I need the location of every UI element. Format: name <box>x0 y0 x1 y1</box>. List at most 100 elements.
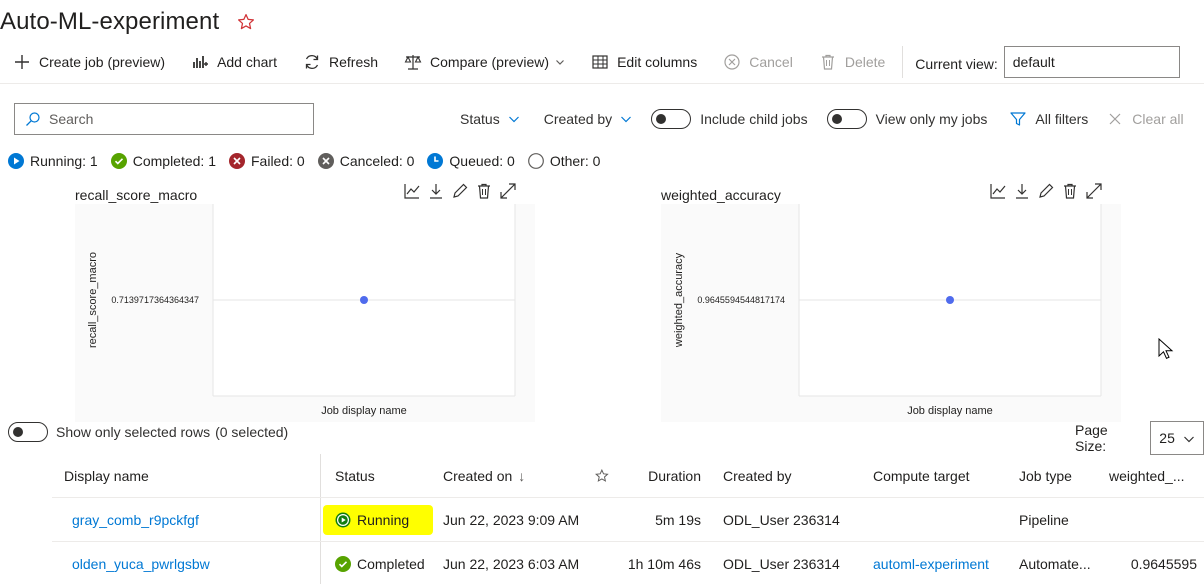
chart-recall-score-macro: recall_score_macro 0.7139717364364347 re… <box>75 182 535 422</box>
running-count[interactable]: Running: 1 <box>8 153 98 169</box>
create-job-label: Create job (preview) <box>39 53 166 70</box>
chart-add-icon <box>193 55 209 68</box>
display-name-cell: gray_comb_r9pckfgf <box>52 512 320 528</box>
running-icon <box>8 153 24 169</box>
job-link[interactable]: gray_comb_r9pckfgf <box>72 512 199 528</box>
status-cell: Completed <box>321 555 431 572</box>
other-circle-icon <box>527 153 544 169</box>
columns-icon <box>592 54 608 69</box>
chevron-down-icon <box>1184 436 1194 443</box>
running-count-label: Running: 1 <box>30 153 98 169</box>
completed-count[interactable]: Completed: 1 <box>110 153 216 169</box>
column-header-duration[interactable]: Duration <box>609 468 711 484</box>
y-axis-label: weighted_accuracy <box>673 252 685 348</box>
chevron-down-icon <box>508 116 519 123</box>
add-chart-label: Add chart <box>217 53 277 70</box>
created-on-cell: Jun 22, 2023 6:03 AM <box>443 555 580 572</box>
created-on-label: Created on <box>443 467 513 484</box>
filter-icon <box>1010 112 1026 126</box>
weighted-accuracy-cell: 0.9645595 <box>1130 555 1197 572</box>
add-chart-button[interactable]: Add chart <box>178 46 290 78</box>
queued-count-label: Queued: 0 <box>449 153 515 169</box>
toggle-switch[interactable] <box>8 422 48 442</box>
plus-icon <box>15 54 29 69</box>
all-filters-button[interactable]: All filters <box>1009 110 1088 128</box>
created-on-cell: Jun 22, 2023 9:09 AM <box>443 511 580 528</box>
page-size-value: 25 <box>1159 430 1175 446</box>
toggle-switch[interactable] <box>651 109 692 129</box>
column-header-created-by[interactable]: Created by <box>711 468 861 484</box>
show-selected-rows-label: Show only selected rows <box>56 424 211 440</box>
view-only-my-jobs-toggle[interactable]: View only my jobs <box>826 109 988 129</box>
column-header-compute-target[interactable]: Compute target <box>861 468 1007 484</box>
y-axis-label: recall_score_macro <box>87 252 99 348</box>
page-title: Auto-ML-experiment <box>0 8 220 35</box>
column-header-created-on[interactable]: Created on ↓ <box>431 468 609 484</box>
table-row[interactable]: gray_comb_r9pckfgf Running Jun 22, 2023 … <box>52 498 1204 542</box>
duration-cell: 5m 19s <box>655 511 701 528</box>
jobs-table: Display name Status Created on ↓ Duratio… <box>52 454 1204 584</box>
current-view-input[interactable] <box>1003 45 1180 78</box>
chart-data-point[interactable] <box>360 296 368 304</box>
job-type-cell: Pipeline <box>1019 511 1069 528</box>
column-header-status[interactable]: Status <box>321 468 431 484</box>
mouse-pointer-icon <box>1158 338 1174 359</box>
delete-label: Delete <box>844 53 886 70</box>
toggle-switch[interactable] <box>826 109 867 129</box>
favorite-star-icon[interactable] <box>237 13 255 31</box>
clear-all-button[interactable]: Clear all <box>1108 111 1184 127</box>
completed-count-label: Completed: 1 <box>132 153 216 169</box>
queued-count[interactable]: Queued: 0 <box>427 153 515 169</box>
created-by-filter-dropdown[interactable]: Created by <box>544 111 632 127</box>
status-filter-dropdown[interactable]: Status <box>460 111 520 127</box>
edit-columns-button[interactable]: Edit columns <box>578 46 710 78</box>
command-bar: Create job (preview) Add chart Refresh C… <box>0 40 1204 84</box>
compute-target-cell[interactable]: automl-experiment <box>861 556 1007 572</box>
view-only-my-jobs-label: View only my jobs <box>875 111 988 127</box>
canceled-icon <box>317 153 334 169</box>
current-view-label: Current view: <box>915 55 998 72</box>
page-size-dropdown[interactable]: 25 <box>1150 421 1204 455</box>
cancel-button[interactable]: Cancel <box>710 46 806 78</box>
page-header: Auto-ML-experiment <box>0 4 255 40</box>
job-type-cell: Automate... <box>1019 555 1091 572</box>
canceled-count[interactable]: Canceled: 0 <box>317 153 414 169</box>
create-job-button[interactable]: Create job (preview) <box>0 46 178 78</box>
compare-label: Compare (preview) <box>430 53 550 70</box>
trash-icon <box>821 54 834 70</box>
column-header-job-type[interactable]: Job type <box>1007 468 1097 484</box>
include-child-jobs-toggle[interactable]: Include child jobs <box>651 109 808 129</box>
delete-button[interactable]: Delete <box>806 46 898 78</box>
close-icon <box>1109 113 1121 125</box>
refresh-icon <box>305 54 319 69</box>
failed-count[interactable]: Failed: 0 <box>229 153 305 169</box>
created-by-cell: ODL_User 236314 <box>723 555 840 572</box>
chevron-down-icon <box>621 116 632 123</box>
scale-icon <box>404 54 422 70</box>
refresh-button[interactable]: Refresh <box>290 46 391 78</box>
chevron-down-icon <box>556 59 565 65</box>
other-count[interactable]: Other: 0 <box>527 153 600 169</box>
failed-count-label: Failed: 0 <box>251 153 305 169</box>
search-placeholder: Search <box>49 111 94 127</box>
favorite-column-star-icon[interactable] <box>595 468 609 483</box>
table-row[interactable]: olden_yuca_pwrlgsbw Completed Jun 22, 20… <box>52 542 1204 584</box>
compare-button[interactable]: Compare (preview) <box>391 46 578 78</box>
job-link[interactable]: olden_yuca_pwrlgsbw <box>72 556 210 572</box>
column-header-display-name[interactable]: Display name <box>52 468 320 484</box>
page-size-label: Page Size: <box>1075 422 1108 454</box>
queued-clock-icon <box>427 153 444 169</box>
column-header-weighted-accuracy[interactable]: weighted_... <box>1097 468 1204 484</box>
status-filter-label: Status <box>460 111 500 127</box>
running-icon <box>335 512 351 527</box>
table-header-row: Display name Status Created on ↓ Duratio… <box>52 454 1204 498</box>
show-selected-rows-toggle[interactable]: Show only selected rows (0 selected) <box>8 422 288 442</box>
chart-weighted-accuracy: weighted_accuracy 0.9645594544817174 wei… <box>661 182 1121 422</box>
chart-plot: 0.7139717364364347 recall_score_macro Jo… <box>75 204 535 422</box>
status-summary: Running: 1 Completed: 1 Failed: 0 Cancel… <box>8 150 613 172</box>
chart-data-point[interactable] <box>946 296 954 304</box>
chart-plot: 0.9645594544817174 weighted_accuracy Job… <box>661 204 1121 422</box>
completed-check-icon <box>335 555 351 572</box>
completed-check-icon <box>110 153 127 169</box>
search-box[interactable]: Search <box>14 103 314 135</box>
